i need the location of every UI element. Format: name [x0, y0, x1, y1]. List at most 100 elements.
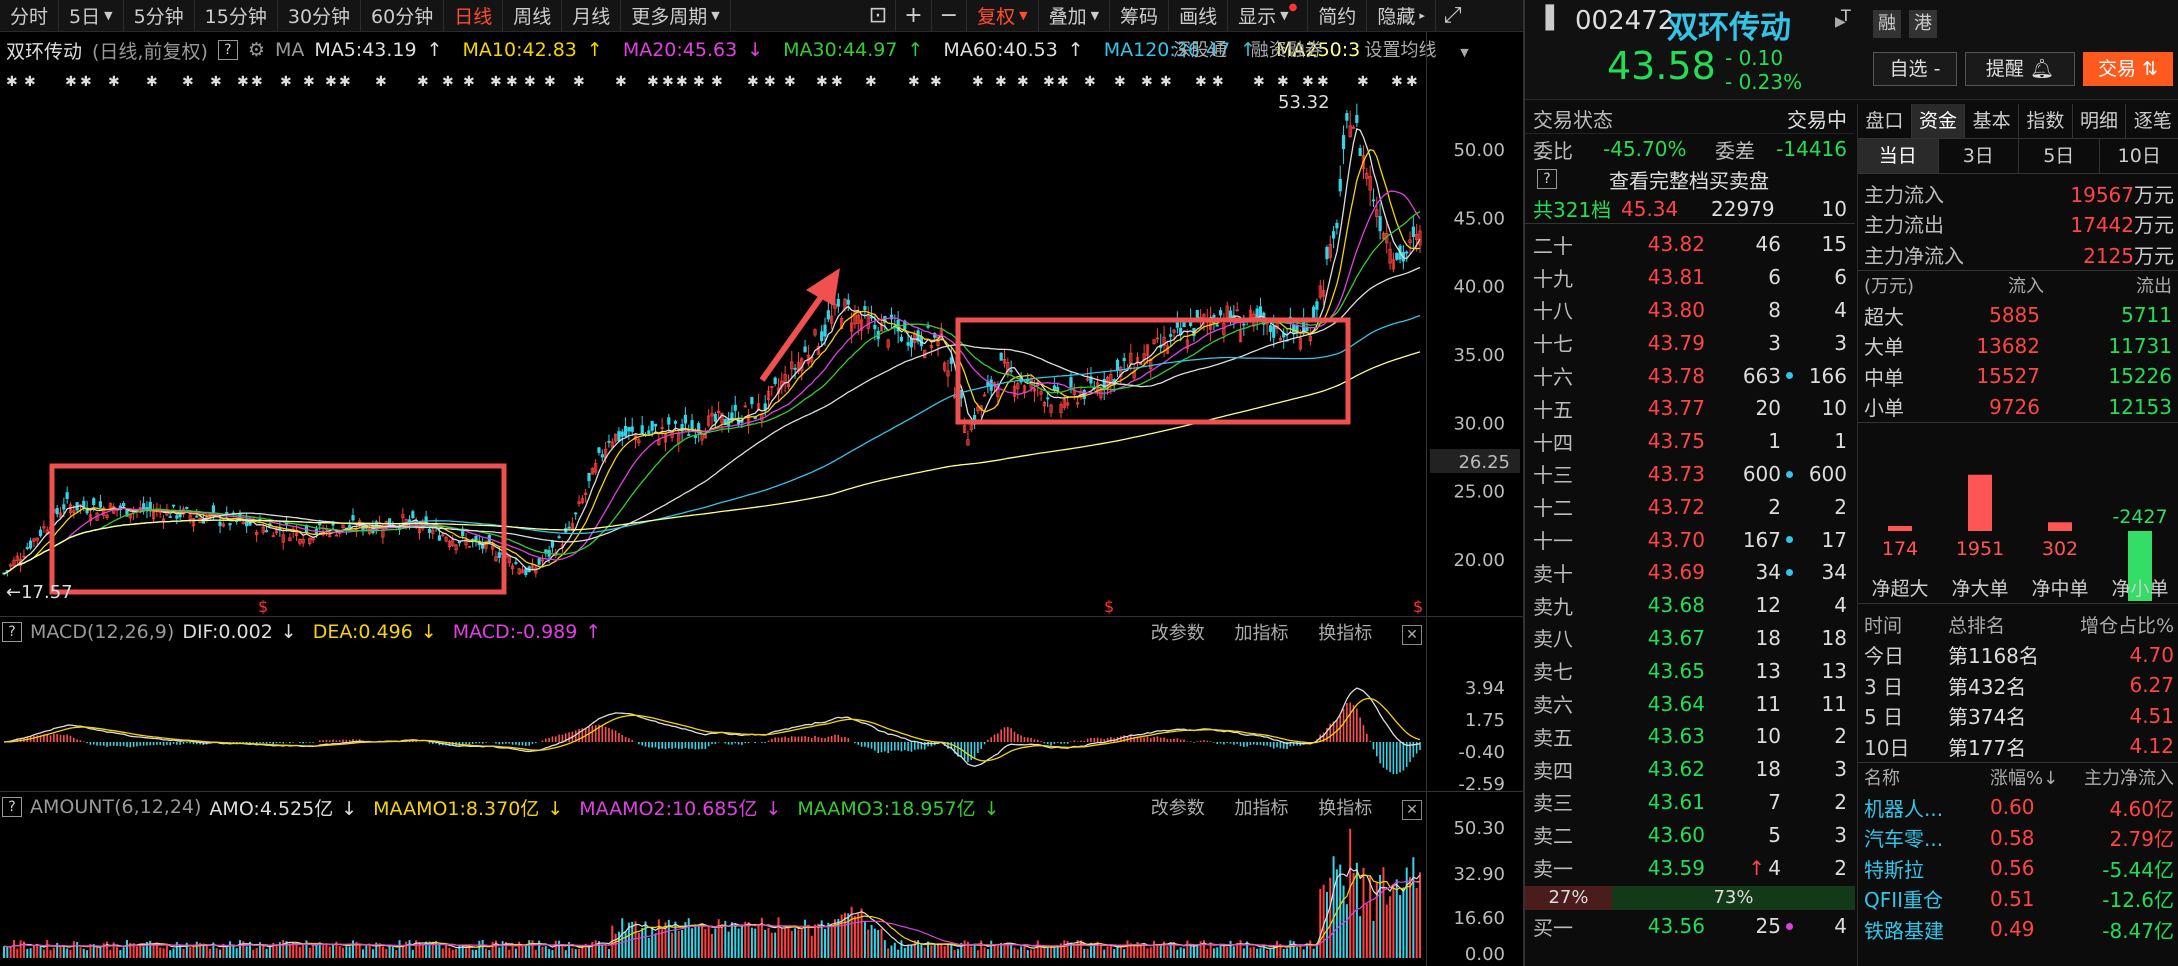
sector-row[interactable]: 机器人... 0.60 4.60亿 [1858, 792, 2178, 823]
chouma-button[interactable]: 筹码 [1110, 0, 1170, 31]
period-5day[interactable]: 5日 ▼ [59, 0, 124, 31]
candle-body [427, 528, 432, 533]
candle-body [1195, 310, 1199, 318]
help-icon: ? [1537, 169, 1557, 189]
order-level-row[interactable]: 十三 43.73 600 600 [1525, 458, 1855, 491]
sector-row[interactable]: 铁路基建 0.49 -8.47亿 [1858, 914, 2178, 945]
help-icon[interactable]: ? [2, 797, 22, 817]
net-flow-label: 净超大 [1871, 578, 1928, 600]
period-tab-3[interactable]: 10日 [2100, 139, 2178, 173]
period-weekly[interactable]: 周线 [503, 0, 563, 31]
edit-params-button[interactable]: 改参数 [1151, 798, 1205, 819]
menu-shengutong[interactable]: 深股通 [1173, 40, 1227, 61]
edit-params-button[interactable]: 改参数 [1151, 623, 1205, 644]
period-daily[interactable]: 日线 [444, 0, 504, 31]
candle-body [1242, 323, 1246, 326]
add-indicator-button[interactable]: 加指标 [1235, 623, 1289, 644]
order-level-row[interactable]: 卖二 43.60 5 3 [1525, 818, 1855, 851]
period-15min[interactable]: 15分钟 [195, 0, 278, 31]
order-level-row[interactable]: 卖九 43.68 12 4 [1525, 589, 1855, 622]
menu-icon[interactable]: ▐ [1537, 6, 1554, 31]
candle-body [437, 535, 442, 541]
gear-icon[interactable]: ⚙ [248, 39, 265, 61]
tab-5[interactable]: 逐笔 [2126, 104, 2178, 138]
candle-body [653, 423, 658, 427]
candle-body [999, 352, 1003, 361]
sector-row[interactable]: 汽车零... 0.58 2.79亿 [1858, 823, 2178, 854]
order-level-row[interactable]: 十七 43.79 3 3 [1525, 326, 1855, 359]
period-60min[interactable]: 60分钟 [361, 0, 445, 31]
candle-body [351, 515, 355, 521]
menu-rongzi[interactable]: 融资融券 [1251, 40, 1323, 61]
low-label: ←17.57 [6, 582, 73, 603]
tab-4[interactable]: 明细 [2073, 104, 2127, 138]
help-icon[interactable]: ? [2, 622, 22, 642]
trade-button[interactable]: 交易 ⇅ [2083, 52, 2173, 86]
period-more[interactable]: 更多周期 ▼ [621, 0, 731, 31]
flow-table-row: 超大 5885 5711 [1864, 303, 2172, 329]
order-level-row[interactable]: 十五 43.77 20 10 [1525, 392, 1855, 425]
fullscreen-icon[interactable]: ⤢ [1436, 0, 1470, 31]
order-level-row[interactable]: 卖十 43.69 34 34 [1525, 556, 1855, 589]
candle-body [25, 547, 29, 549]
chart-area[interactable]: 分时 5日 ▼ 5分钟 15分钟 30分钟 60分钟 日线 周线 月线 更多周期 ▼… [0, 0, 1523, 966]
tab-3[interactable]: 指数 [2019, 104, 2073, 138]
amount-chart[interactable]: 50.30 32.90 16.60 0.00 [0, 818, 1523, 966]
switch-indicator-button[interactable]: 换指标 [1318, 798, 1372, 819]
fuquan-button[interactable]: 复权 ▼ [967, 0, 1039, 31]
diejia-button[interactable]: 叠加 ▼ [1039, 0, 1111, 31]
period-tab-1[interactable]: 3日 [1939, 139, 2019, 173]
order-level-row[interactable]: 卖一 43.59 4 ↑ 2 [1525, 851, 1855, 884]
xianshi-button[interactable]: 显示 ▼ ● [1228, 0, 1309, 31]
ma60-value: MA60:40.53 ↑ [943, 39, 1084, 61]
period-fenshi[interactable]: 分时 [0, 0, 60, 31]
candle-body [836, 298, 840, 307]
candle-body [537, 558, 541, 565]
menu-set-ma[interactable]: 设置均线 ▼ [1346, 40, 1468, 61]
tab-1[interactable]: 资金 [1911, 104, 1966, 138]
ma-label: MA [274, 39, 305, 61]
event-marker: ✱ [303, 74, 315, 90]
order-level-row[interactable]: 十八 43.80 8 4 [1525, 294, 1855, 327]
chevron-right-icon[interactable]: ▶ [1835, 14, 1846, 30]
order-level-row[interactable]: 卖八 43.67 18 18 [1525, 622, 1855, 655]
order-level-row[interactable]: 卖六 43.64 11 11 [1525, 687, 1855, 720]
alert-button[interactable]: 提醒 🔔︎ [1965, 52, 2075, 86]
yincang-button[interactable]: 隐藏 ▸ [1367, 0, 1436, 31]
order-level-row[interactable]: 十一 43.70 167 17 [1525, 523, 1855, 556]
zoom-out-icon[interactable]: − [932, 0, 968, 31]
candle-body [687, 434, 691, 436]
sector-row[interactable]: QFII重仓 0.51 -12.6亿 [1858, 884, 2178, 915]
order-level-row[interactable]: 十二 43.72 2 2 [1525, 490, 1855, 523]
order-level-row[interactable]: 十六 43.78 663 166 [1525, 359, 1855, 392]
period-tab-0[interactable]: 当日 [1858, 139, 1939, 173]
macd-chart[interactable]: 3.941.75-0.40-2.59 [0, 646, 1523, 795]
period-monthly[interactable]: 月线 [562, 0, 622, 31]
add-indicator-button[interactable]: 加指标 [1235, 798, 1289, 819]
full-book-link[interactable]: ? 查看完整档买卖盘 [1525, 164, 1855, 194]
candlestick-chart[interactable]: ✱ ✱ ✱ ✱ ✱ ✱ ✱ ✱ ✱ ✱ ✱ ✱ ✱ ✱ ✱ ✱ ✱ ✱ ✱ ✱ ✱ ✱ ✱ ✱ ✱ ✱ ✱ ✱ ✱ ✱ ✱ ✱ ✱ ✱ ✱ ✱ ✱ ✱ ✱ ✱… [0, 64, 1523, 616]
sector-row[interactable]: 特斯拉 0.56 -5.44亿 [1858, 853, 2178, 884]
period-tab-2[interactable]: 5日 [2019, 139, 2100, 173]
period-5min[interactable]: 5分钟 [124, 0, 195, 31]
jianyue-button[interactable]: 简约 [1308, 0, 1368, 31]
order-level-row[interactable]: 卖七 43.65 13 13 [1525, 654, 1855, 687]
order-level-row[interactable]: 二十 43.82 46 15 [1525, 228, 1855, 261]
tab-2[interactable]: 基本 [1965, 104, 2020, 138]
order-level-row[interactable]: 十四 43.75 1 1 [1525, 425, 1855, 458]
close-icon[interactable]: ✕ [1402, 625, 1422, 645]
close-icon[interactable]: ✕ [1402, 800, 1422, 820]
zixuan-button[interactable]: 自选 - [1873, 52, 1957, 86]
amount-bars [3, 828, 1421, 958]
huaxian-button[interactable]: 画线 [1169, 0, 1229, 31]
period-30min[interactable]: 30分钟 [278, 0, 362, 31]
order-level-row[interactable]: 卖四 43.62 18 3 [1525, 753, 1855, 786]
help-icon[interactable]: ? [217, 40, 238, 60]
tab-0[interactable]: 盘口 [1858, 104, 1912, 138]
order-level-row[interactable]: 卖五 43.63 10 2 [1525, 720, 1855, 753]
order-level-row[interactable]: 卖三 43.61 7 2 [1525, 786, 1855, 819]
lock-icon[interactable]: ⊡ [861, 0, 897, 31]
zoom-in-icon[interactable]: + [896, 0, 932, 31]
switch-indicator-button[interactable]: 换指标 [1318, 623, 1372, 644]
order-level-row[interactable]: 十九 43.81 6 6 [1525, 261, 1855, 294]
